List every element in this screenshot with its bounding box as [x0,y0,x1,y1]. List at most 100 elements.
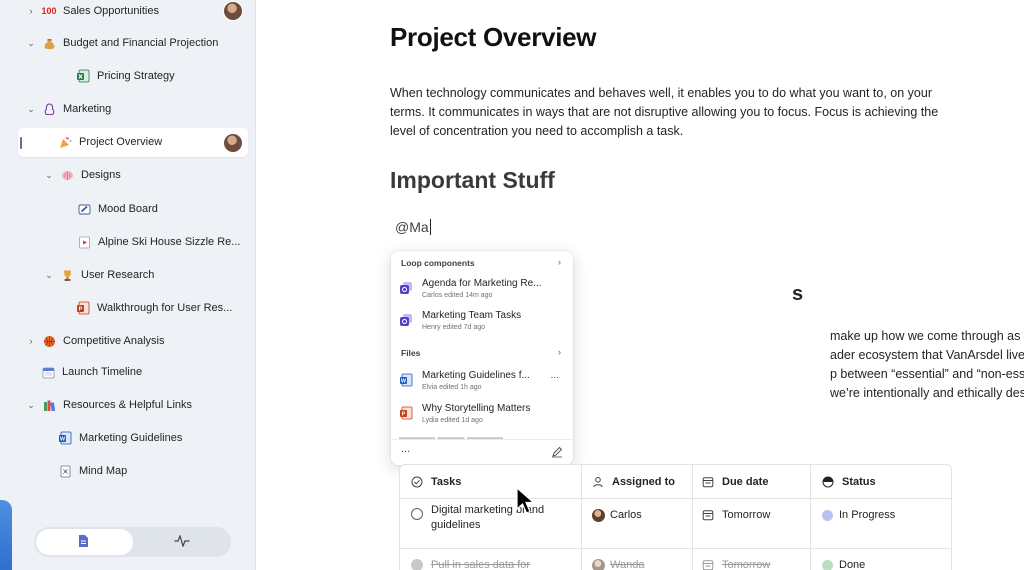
column-divider [692,465,693,570]
calendar-emoji-icon [41,365,55,379]
status-half-circle-icon [822,476,834,488]
sidebar-item-alpine-ski-house[interactable]: Alpine Ski House Sizzle Re... [77,228,240,256]
books-emoji-icon [42,398,56,412]
mention-input[interactable]: @Ma [395,219,431,235]
mind-map-file-icon [58,464,72,478]
status-badge [822,559,833,570]
sidebar-view-toggle [34,527,231,557]
svg-text:P: P [402,412,406,418]
marketing-emoji-icon [42,102,56,116]
word-file-icon: W [400,373,413,387]
popup-footer: ... [391,439,573,465]
page-title: Project Overview [390,22,597,52]
chevron-down-icon[interactable]: ⌄ [44,170,54,181]
chevron-down-icon[interactable]: ⌄ [44,270,54,281]
sidebar: › 100 Sales Opportunities ⌄ Budget and F… [0,0,256,570]
avatar [592,508,605,522]
files-header[interactable]: Files [401,348,420,362]
table-row-due-date[interactable]: Tomorrow [702,498,770,532]
selection-indicator [20,137,22,149]
status-badge [822,509,833,521]
whiteboard-icon [77,202,91,216]
word-file-icon: W [58,431,72,445]
person-icon [593,477,603,488]
task-table: Tasks Assigned to Due date Status Digita… [399,464,952,570]
svg-text:P: P [79,307,83,313]
svg-text:W: W [60,437,66,443]
text-caret [429,219,431,235]
suggestion-item[interactable]: W Marketing Guidelines f... Elvia edited… [399,368,565,398]
more-options-button[interactable]: ... [551,370,559,381]
section-heading: Important Stuff [390,167,555,193]
sidebar-item-resources[interactable]: ⌄ Resources & Helpful Links [26,391,192,419]
loop-component-icon [400,314,412,326]
pen-icon[interactable] [551,446,563,458]
check-circle-icon [411,476,423,488]
trophy-emoji-icon [60,268,74,282]
powerpoint-file-icon: P [400,406,413,420]
table-row-task[interactable]: Pull in sales data for [411,548,530,570]
suggestion-item[interactable]: Marketing Team Tasks Henry edited 7d ago [399,308,565,338]
sidebar-item-sales-opportunities[interactable]: › 100 Sales Opportunities [26,0,160,25]
table-row-status[interactable]: Done [822,548,865,570]
brain-emoji-icon [60,168,74,182]
task-checkbox-checked[interactable] [411,559,423,570]
sidebar-item-marketing[interactable]: ⌄ Marketing [26,95,111,123]
sidebar-item-competitive-analysis[interactable]: › Competitive Analysis [26,327,165,355]
powerpoint-file-icon: P [76,301,90,315]
excel-file-icon [76,69,90,83]
chevron-down-icon[interactable]: ⌄ [26,104,36,115]
chevron-right-icon[interactable]: › [558,257,561,267]
sidebar-item-mind-map[interactable]: Mind Map [58,457,127,485]
sidebar-item-designs[interactable]: ⌄ Designs [44,161,121,189]
chevron-down-icon[interactable]: ⌄ [26,400,36,411]
suggestion-item[interactable]: P Why Storytelling Matters Lydia edited … [399,401,565,431]
suggestion-item[interactable]: Agenda for Marketing Re... Carlos edited… [399,276,565,306]
sidebar-item-budget[interactable]: ⌄ Budget and Financial Projection [26,29,218,57]
avatar[interactable] [223,133,243,153]
column-header-status[interactable]: Status [822,465,876,499]
sidebar-item-user-research[interactable]: ⌄ User Research [44,261,154,289]
chevron-down-icon[interactable]: ⌄ [26,38,36,49]
column-divider [581,465,582,570]
sidebar-item-mood-board[interactable]: Mood Board [77,195,158,223]
activity-pulse-icon[interactable] [174,535,190,547]
document-icon[interactable] [78,534,89,548]
money-bag-emoji-icon [42,36,56,50]
table-row-status[interactable]: In Progress [822,498,895,532]
avatar[interactable] [223,1,243,21]
table-row-assignee[interactable]: Wanda [592,548,644,570]
svg-text:W: W [401,379,407,385]
loop-components-header[interactable]: Loop components [401,258,475,272]
hundred-points-emoji-icon: 100 [41,5,57,16]
window-edge-accent [0,500,12,570]
more-button[interactable]: ... [401,443,410,455]
avatar [592,558,605,570]
chevron-right-icon[interactable]: › [26,6,36,16]
table-row-assignee[interactable]: Carlos [592,498,642,532]
app-window: › 100 Sales Opportunities ⌄ Budget and F… [0,0,1024,570]
column-header-assigned[interactable]: Assigned to [592,465,675,499]
chevron-right-icon[interactable]: › [558,347,561,357]
sidebar-item-marketing-guidelines[interactable]: W Marketing Guidelines [58,424,182,452]
column-header-due-date[interactable]: Due date [702,465,768,499]
calendar-icon [702,560,714,570]
mention-suggestions-popup: Loop components › Agenda for Marketing R… [391,251,573,465]
column-divider [810,465,811,570]
party-popper-emoji-icon [58,135,72,149]
hidden-heading-fragment: s [792,283,804,305]
table-row-due-date[interactable]: Tomorrow [702,548,770,570]
sidebar-item-pricing-strategy[interactable]: Pricing Strategy [76,62,175,90]
calendar-icon [702,477,714,488]
intro-paragraph[interactable]: When technology communicates and behaves… [390,84,965,141]
sidebar-item-project-overview[interactable]: Project Overview [58,128,162,156]
chevron-right-icon[interactable]: › [26,336,36,346]
mouse-cursor-icon [516,487,536,514]
background-paragraph: make up how we come through as VanArsdel… [830,329,1024,400]
basketball-emoji-icon [42,334,56,348]
column-header-tasks[interactable]: Tasks [411,465,461,499]
video-file-icon [77,235,91,249]
sidebar-item-walkthrough[interactable]: P Walkthrough for User Res... [76,294,232,322]
sidebar-item-launch-timeline[interactable]: Launch Timeline [41,358,142,386]
task-checkbox[interactable] [411,508,423,520]
